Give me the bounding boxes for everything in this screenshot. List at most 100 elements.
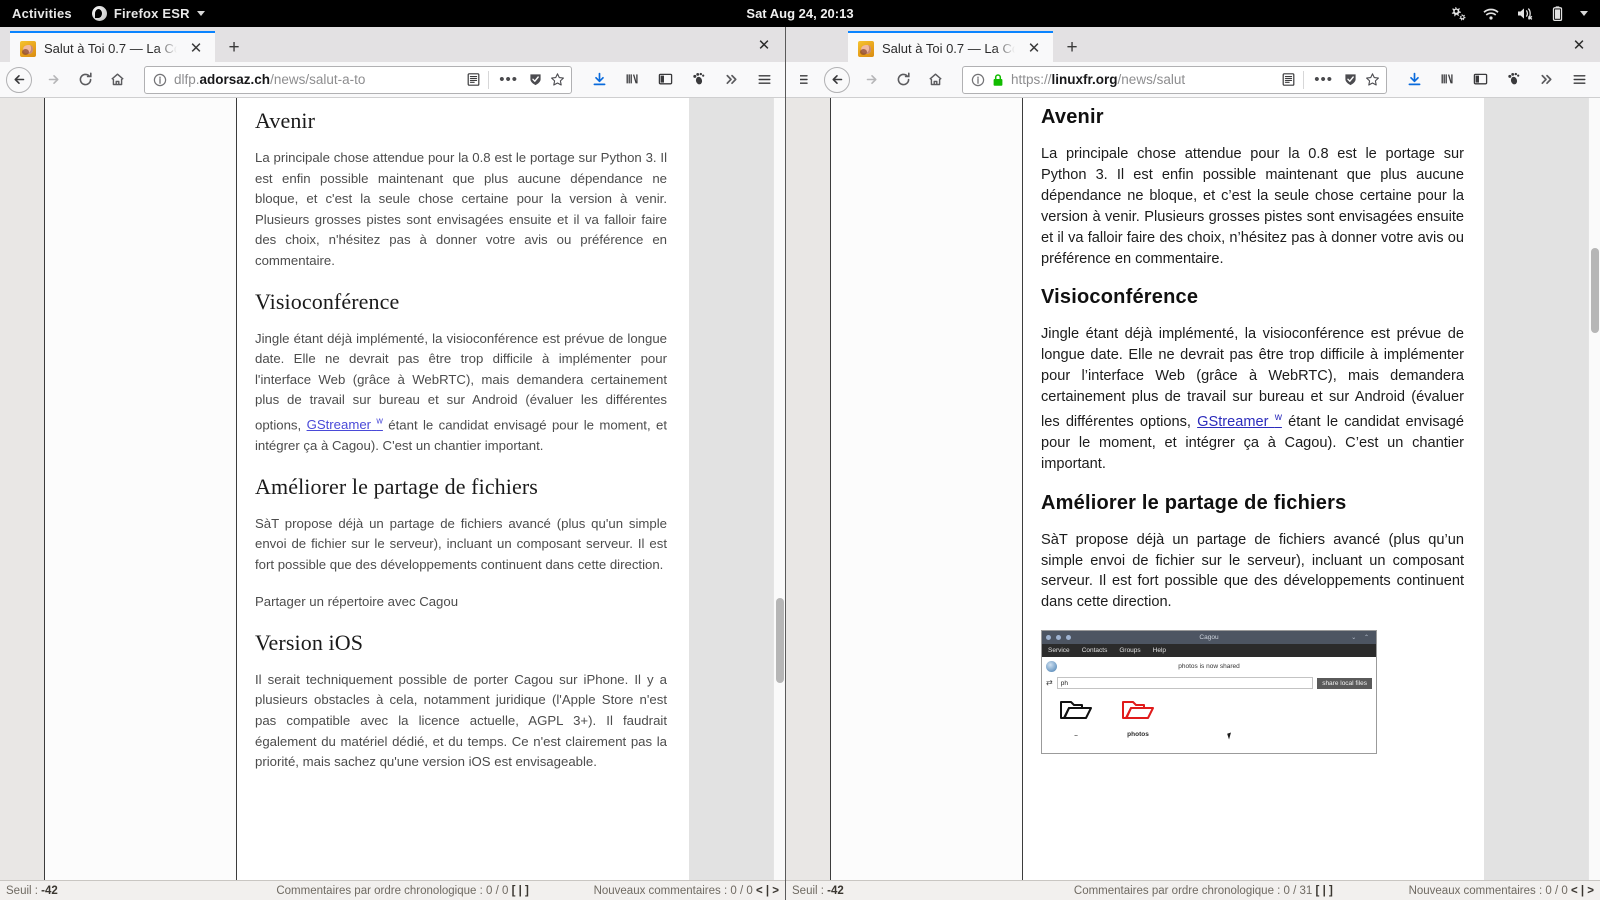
page-content-left: Avenir La principale chose attendue pour… xyxy=(0,98,785,880)
status-bar-left: Seuil : -42 Commentaires par ordre chron… xyxy=(0,880,785,900)
heading-avenir: Avenir xyxy=(1041,106,1104,128)
url-bar-right[interactable]: https://linuxfr.org/news/salut ••• xyxy=(962,65,1387,94)
tab-strip-empty-area[interactable] xyxy=(1083,27,1558,62)
new-comments-nav-controls[interactable]: < | > xyxy=(1571,885,1594,897)
url-bar-left[interactable]: dlfp.adorsaz.ch/news/salut-a-to ••• xyxy=(144,65,572,94)
link-gstreamer[interactable]: GStreamer w xyxy=(1197,412,1282,430)
bookmark-star-icon[interactable] xyxy=(1365,72,1380,87)
tracking-protection-shield-icon[interactable] xyxy=(1343,72,1358,87)
chronological-comments-status[interactable]: Commentaires par ordre chronologique : 0… xyxy=(1074,885,1333,897)
new-comments-nav-controls[interactable]: < | > xyxy=(756,885,779,897)
page-scrollbar-thumb[interactable] xyxy=(1591,248,1599,333)
wifi-icon[interactable] xyxy=(1482,7,1500,21)
heading-visioconference: Visioconférence xyxy=(1041,286,1199,309)
downloads-button[interactable] xyxy=(584,66,614,94)
back-button[interactable] xyxy=(6,66,32,93)
tab-strip-right: Salut à Toi 0.7 — La Comm ✕ + ✕ xyxy=(786,27,1600,64)
embedded-screenshot-cagou[interactable]: Cagou ⌄ ⌃ Service Contacts Groups Help p… xyxy=(1041,630,1377,755)
page-scrollbar-left[interactable] xyxy=(773,98,785,880)
bookmark-star-icon[interactable] xyxy=(550,72,565,87)
forward-button[interactable] xyxy=(856,66,886,94)
back-button[interactable] xyxy=(824,66,850,93)
cagou-notice-text: photos is now shared xyxy=(1178,662,1240,670)
reader-view-icon[interactable] xyxy=(1281,72,1296,87)
downloads-button[interactable] xyxy=(1399,66,1429,94)
page-info-icon[interactable] xyxy=(971,73,985,87)
tracking-protection-shield-icon[interactable] xyxy=(528,72,543,87)
sidebar-button[interactable] xyxy=(1465,66,1495,94)
cagou-menu-service[interactable]: Service xyxy=(1048,647,1070,654)
favicon-salut-a-toi-icon xyxy=(20,40,36,57)
reload-button[interactable] xyxy=(888,66,918,94)
page-scrollbar-right[interactable] xyxy=(1588,98,1600,880)
paragraph-visioconference: Jingle étant déjà implémenté, la visioco… xyxy=(255,329,667,457)
cagou-share-local-files-button[interactable]: share local files xyxy=(1317,677,1372,689)
new-tab-button[interactable]: + xyxy=(1061,36,1083,58)
new-comments-status[interactable]: Nouveaux commentaires : 0 / 0 < | > xyxy=(594,885,785,897)
left-window-menu-edge-icon[interactable] xyxy=(792,66,822,94)
window-close-button[interactable]: ✕ xyxy=(743,27,785,62)
folder-icon xyxy=(1056,697,1096,723)
chrono-nav-controls[interactable]: [ | ] xyxy=(1316,885,1333,897)
tab-title: Salut à Toi 0.7 — La Comm xyxy=(882,41,1015,56)
reload-button[interactable] xyxy=(70,66,100,94)
cagou-menu-groups[interactable]: Groups xyxy=(1119,647,1140,654)
forward-button[interactable] xyxy=(38,66,68,94)
cagou-folder-photos[interactable]: photos xyxy=(1118,697,1158,753)
reader-view-icon[interactable] xyxy=(466,72,481,87)
cagou-notice-row: photos is now shared xyxy=(1042,657,1376,676)
overflow-menu-icon[interactable] xyxy=(716,66,746,94)
secure-padlock-icon[interactable] xyxy=(992,73,1004,87)
page-actions-icon[interactable]: ••• xyxy=(496,71,521,88)
tab-title: Salut à Toi 0.7 — La Comm xyxy=(44,41,177,56)
toolbar-right-left-window xyxy=(584,66,779,94)
cagou-search-input[interactable]: ph xyxy=(1056,677,1314,690)
paragraph-version-ios: Il serait techniquement possible de port… xyxy=(255,671,667,770)
paragraph-partage: SàT propose déjà un partage de fichiers … xyxy=(1041,531,1464,611)
home-button[interactable] xyxy=(920,66,950,94)
app-menu-firefox[interactable]: Firefox ESR xyxy=(91,6,205,21)
heading-partage-fichiers: Améliorer le partage de fichiers xyxy=(255,473,538,499)
gnome-foot-icon[interactable] xyxy=(1498,66,1528,94)
battery-icon[interactable] xyxy=(1551,5,1564,22)
library-button[interactable] xyxy=(1432,66,1462,94)
url-separator xyxy=(488,70,490,89)
url-text[interactable]: https://linuxfr.org/news/salut xyxy=(1011,72,1274,87)
clock[interactable]: Sat Aug 24, 20:13 xyxy=(0,6,1600,21)
heading-partage-fichiers: Améliorer le partage de fichiers xyxy=(1041,491,1347,514)
link-gstreamer[interactable]: GStreamer w xyxy=(307,416,383,432)
page-scrollbar-thumb[interactable] xyxy=(776,598,784,683)
new-tab-button[interactable]: + xyxy=(223,36,245,58)
tab-strip-empty-area[interactable] xyxy=(245,27,743,62)
cagou-menu-contacts[interactable]: Contacts xyxy=(1082,647,1108,654)
hamburger-menu-icon[interactable] xyxy=(1564,66,1594,94)
page-left-margin xyxy=(786,98,830,880)
caption-partager-repertoire: Partager un répertoire avec Cagou xyxy=(255,594,459,610)
cagou-folder-parent[interactable]: .. xyxy=(1056,697,1096,753)
window-close-button[interactable]: ✕ xyxy=(1558,27,1600,62)
system-menu-caret-icon[interactable] xyxy=(1580,11,1588,16)
page-actions-icon[interactable]: ••• xyxy=(1311,71,1336,88)
hamburger-menu-icon[interactable] xyxy=(749,66,779,94)
page-info-icon[interactable] xyxy=(153,73,167,87)
settings-gear-icon[interactable] xyxy=(1449,6,1466,21)
sidebar-button[interactable] xyxy=(650,66,680,94)
cagou-window-title: Cagou xyxy=(1199,634,1219,642)
volume-muted-icon[interactable] xyxy=(1516,6,1535,21)
chrono-nav-controls[interactable]: [ | ] xyxy=(512,885,529,897)
cagou-menu-help[interactable]: Help xyxy=(1153,647,1166,654)
overflow-menu-icon[interactable] xyxy=(1531,66,1561,94)
new-comments-status[interactable]: Nouveaux commentaires : 0 / 0 < | > xyxy=(1409,885,1600,897)
tab-active-left[interactable]: Salut à Toi 0.7 — La Comm ✕ xyxy=(10,31,215,64)
url-text[interactable]: dlfp.adorsaz.ch/news/salut-a-to xyxy=(174,72,459,87)
page-left-column xyxy=(44,98,237,880)
home-button[interactable] xyxy=(102,66,132,94)
chronological-comments-status[interactable]: Commentaires par ordre chronologique : 0… xyxy=(276,885,529,897)
cagou-swap-icon[interactable]: ⇄ xyxy=(1046,679,1053,687)
tab-active-right[interactable]: Salut à Toi 0.7 — La Comm ✕ xyxy=(848,31,1053,64)
activities-button[interactable]: Activities xyxy=(12,6,72,21)
gnome-foot-icon[interactable] xyxy=(683,66,713,94)
tab-close-icon[interactable]: ✕ xyxy=(1023,38,1045,60)
tab-close-icon[interactable]: ✕ xyxy=(185,38,207,60)
library-button[interactable] xyxy=(617,66,647,94)
